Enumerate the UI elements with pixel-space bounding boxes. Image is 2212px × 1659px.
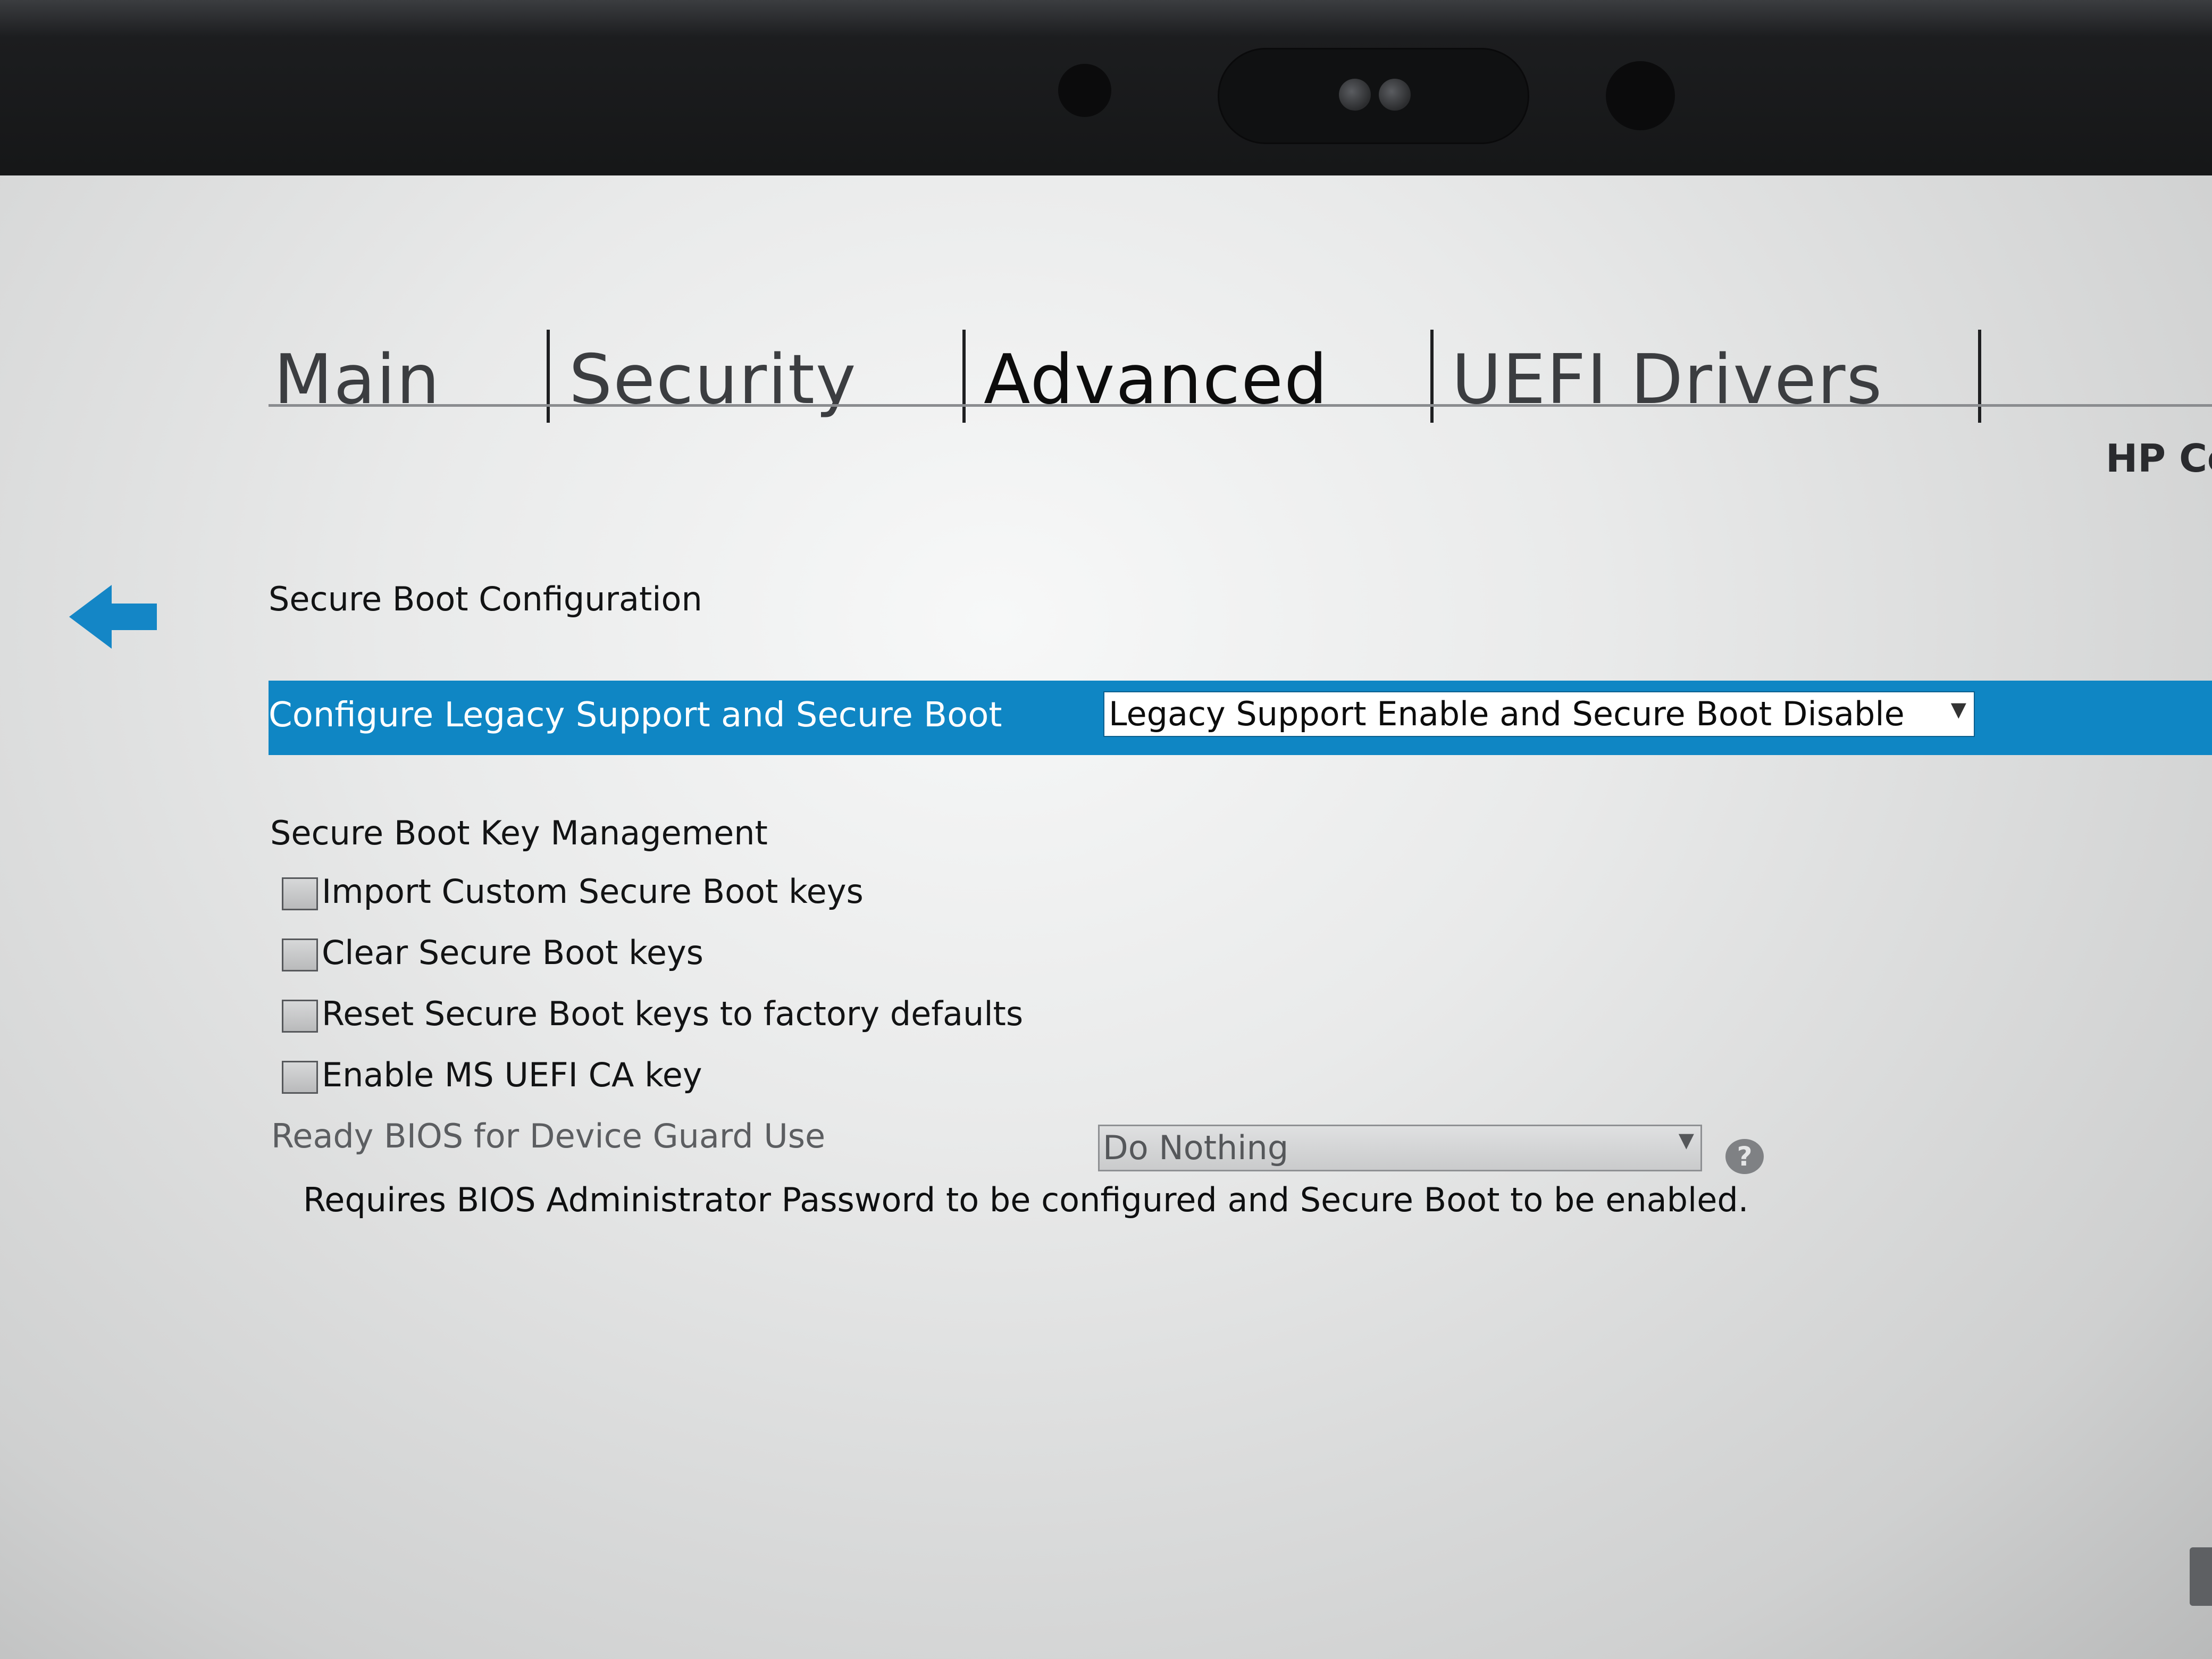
legacy-secure-boot-row[interactable]: Configure Legacy Support and Secure Boot… [269, 681, 2212, 755]
webcam-lens-icon [1379, 79, 1411, 111]
reset-keys-label: Reset Secure Boot keys to factory defaul… [322, 994, 1024, 1033]
brand-label: HP Co [2106, 436, 2212, 481]
ms-uefi-ca-checkbox[interactable] [282, 1061, 318, 1094]
device-guard-note: Requires BIOS Administrator Password to … [303, 1180, 1749, 1219]
page-title: Secure Boot Configuration [269, 580, 702, 618]
clear-keys-checkbox[interactable] [282, 939, 318, 971]
tab-divider [1978, 330, 1981, 423]
tab-security[interactable]: Security [569, 340, 857, 420]
tab-divider [962, 330, 966, 423]
device-guard-label: Ready BIOS for Device Guard Use [271, 1117, 826, 1155]
tab-underline [269, 404, 2212, 407]
tab-bar: Main Security Advanced UEFI Drivers [266, 330, 2212, 431]
bios-screen: Main Security Advanced UEFI Drivers HP C… [0, 175, 2212, 1659]
device-guard-select[interactable]: Do Nothing ▼ [1098, 1125, 1702, 1171]
chevron-down-icon: ▼ [1678, 1128, 1694, 1152]
legacy-secure-boot-label: Configure Legacy Support and Secure Boot [269, 696, 1002, 735]
scrollbar-thumb[interactable] [2190, 1547, 2212, 1606]
import-keys-checkbox[interactable] [282, 877, 318, 910]
webcam-housing [1218, 48, 1529, 144]
device-guard-value: Do Nothing [1103, 1128, 1289, 1167]
tab-main[interactable]: Main [274, 340, 441, 420]
ms-uefi-ca-label: Enable MS UEFI CA key [322, 1055, 702, 1094]
tab-divider [547, 330, 550, 423]
back-arrow-icon[interactable] [69, 585, 160, 649]
help-icon[interactable]: ? [1725, 1139, 1764, 1174]
import-keys-label: Import Custom Secure Boot keys [322, 872, 864, 911]
clear-keys-label: Clear Secure Boot keys [322, 933, 703, 972]
laptop-bezel [0, 0, 2212, 191]
chevron-down-icon: ▼ [1950, 698, 1966, 721]
ir-sensor-icon [1058, 64, 1111, 117]
reset-keys-checkbox[interactable] [282, 1000, 318, 1033]
tab-uefi-drivers[interactable]: UEFI Drivers [1452, 340, 1883, 420]
key-management-heading: Secure Boot Key Management [270, 814, 768, 852]
ir-sensor-icon [1606, 61, 1675, 130]
legacy-secure-boot-select[interactable]: Legacy Support Enable and Secure Boot Di… [1103, 691, 1975, 737]
tab-advanced[interactable]: Advanced [984, 340, 1328, 420]
legacy-secure-boot-value: Legacy Support Enable and Secure Boot Di… [1109, 694, 1905, 733]
tab-divider [1430, 330, 1434, 423]
webcam-lens-icon [1339, 79, 1371, 111]
